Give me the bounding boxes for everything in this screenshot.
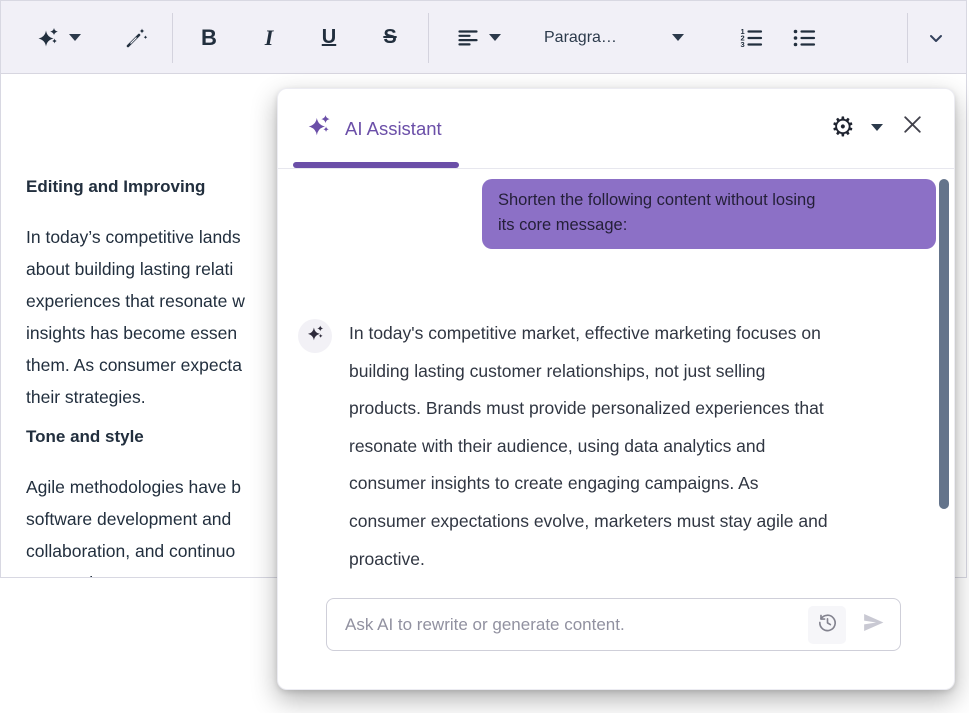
ai-avatar bbox=[298, 319, 332, 353]
dialog-actions: ⚙ bbox=[831, 111, 926, 143]
tab-ai-assistant[interactable]: AI Assistant bbox=[306, 113, 442, 144]
toolbar-separator bbox=[428, 13, 429, 63]
send-plane-icon bbox=[861, 610, 886, 640]
toolbar-separator bbox=[172, 13, 173, 63]
prompt-history-button[interactable] bbox=[808, 606, 846, 644]
dialog-header: AI Assistant ⚙ bbox=[278, 89, 954, 169]
caret-down-icon bbox=[69, 34, 81, 41]
underline-button[interactable]: U bbox=[312, 20, 346, 55]
doc-paragraph: In today’s competitive lands about build… bbox=[26, 221, 245, 413]
bullet-list-icon bbox=[791, 25, 817, 51]
svg-text:3: 3 bbox=[741, 40, 745, 49]
editor-toolbar: B I U S Paragra… bbox=[1, 1, 966, 74]
italic-button[interactable]: I bbox=[252, 20, 286, 55]
bullet-list-button[interactable] bbox=[787, 20, 821, 55]
ai-sparkle-icon bbox=[36, 26, 60, 50]
send-button[interactable] bbox=[856, 606, 890, 644]
doc-heading: Tone and style bbox=[26, 427, 144, 447]
doc-heading: Editing and Improving bbox=[26, 177, 205, 197]
settings-gear-icon[interactable]: ⚙ bbox=[831, 114, 855, 141]
dialog-title: AI Assistant bbox=[345, 118, 442, 140]
ai-prompt-input[interactable] bbox=[345, 615, 798, 635]
ai-response-message: In today's competitive market, effective… bbox=[349, 315, 949, 578]
caret-down-icon bbox=[489, 34, 501, 41]
toolbar-more-button[interactable] bbox=[919, 20, 953, 55]
ai-shortcuts-button[interactable] bbox=[119, 20, 153, 55]
toolbar-separator bbox=[907, 13, 908, 63]
dialog-scrollbar-thumb[interactable] bbox=[939, 179, 949, 509]
caret-down-icon bbox=[672, 34, 684, 41]
align-left-icon bbox=[456, 26, 480, 50]
active-tab-indicator bbox=[293, 162, 459, 168]
align-button[interactable] bbox=[446, 20, 510, 55]
user-message-bubble: Shorten the following content without lo… bbox=[482, 179, 936, 249]
settings-caret-down-icon[interactable] bbox=[871, 124, 883, 131]
numbered-list-icon: 123 bbox=[738, 25, 764, 51]
ai-prompt-inputbox bbox=[326, 598, 901, 651]
history-clock-icon bbox=[816, 611, 839, 639]
doc-paragraph: Agile methodologies have b software deve… bbox=[26, 471, 241, 577]
numbered-list-button[interactable]: 123 bbox=[734, 20, 768, 55]
ai-assistant-button[interactable] bbox=[25, 20, 91, 55]
bold-button[interactable]: B bbox=[192, 20, 226, 55]
strikethrough-button[interactable]: S bbox=[373, 20, 407, 55]
ai-sparkle-icon bbox=[306, 113, 332, 144]
ai-sparkle-icon bbox=[306, 324, 325, 348]
ai-assistant-dialog: AI Assistant ⚙ Shorten the following con… bbox=[277, 88, 955, 690]
close-icon[interactable] bbox=[899, 111, 926, 143]
block-format-label: Paragra… bbox=[544, 29, 617, 47]
block-format-select[interactable]: Paragra… bbox=[536, 20, 692, 55]
more-chevron-icon bbox=[925, 27, 947, 49]
ai-wand-icon bbox=[123, 25, 149, 51]
app-window: B I U S Paragra… bbox=[0, 0, 969, 713]
